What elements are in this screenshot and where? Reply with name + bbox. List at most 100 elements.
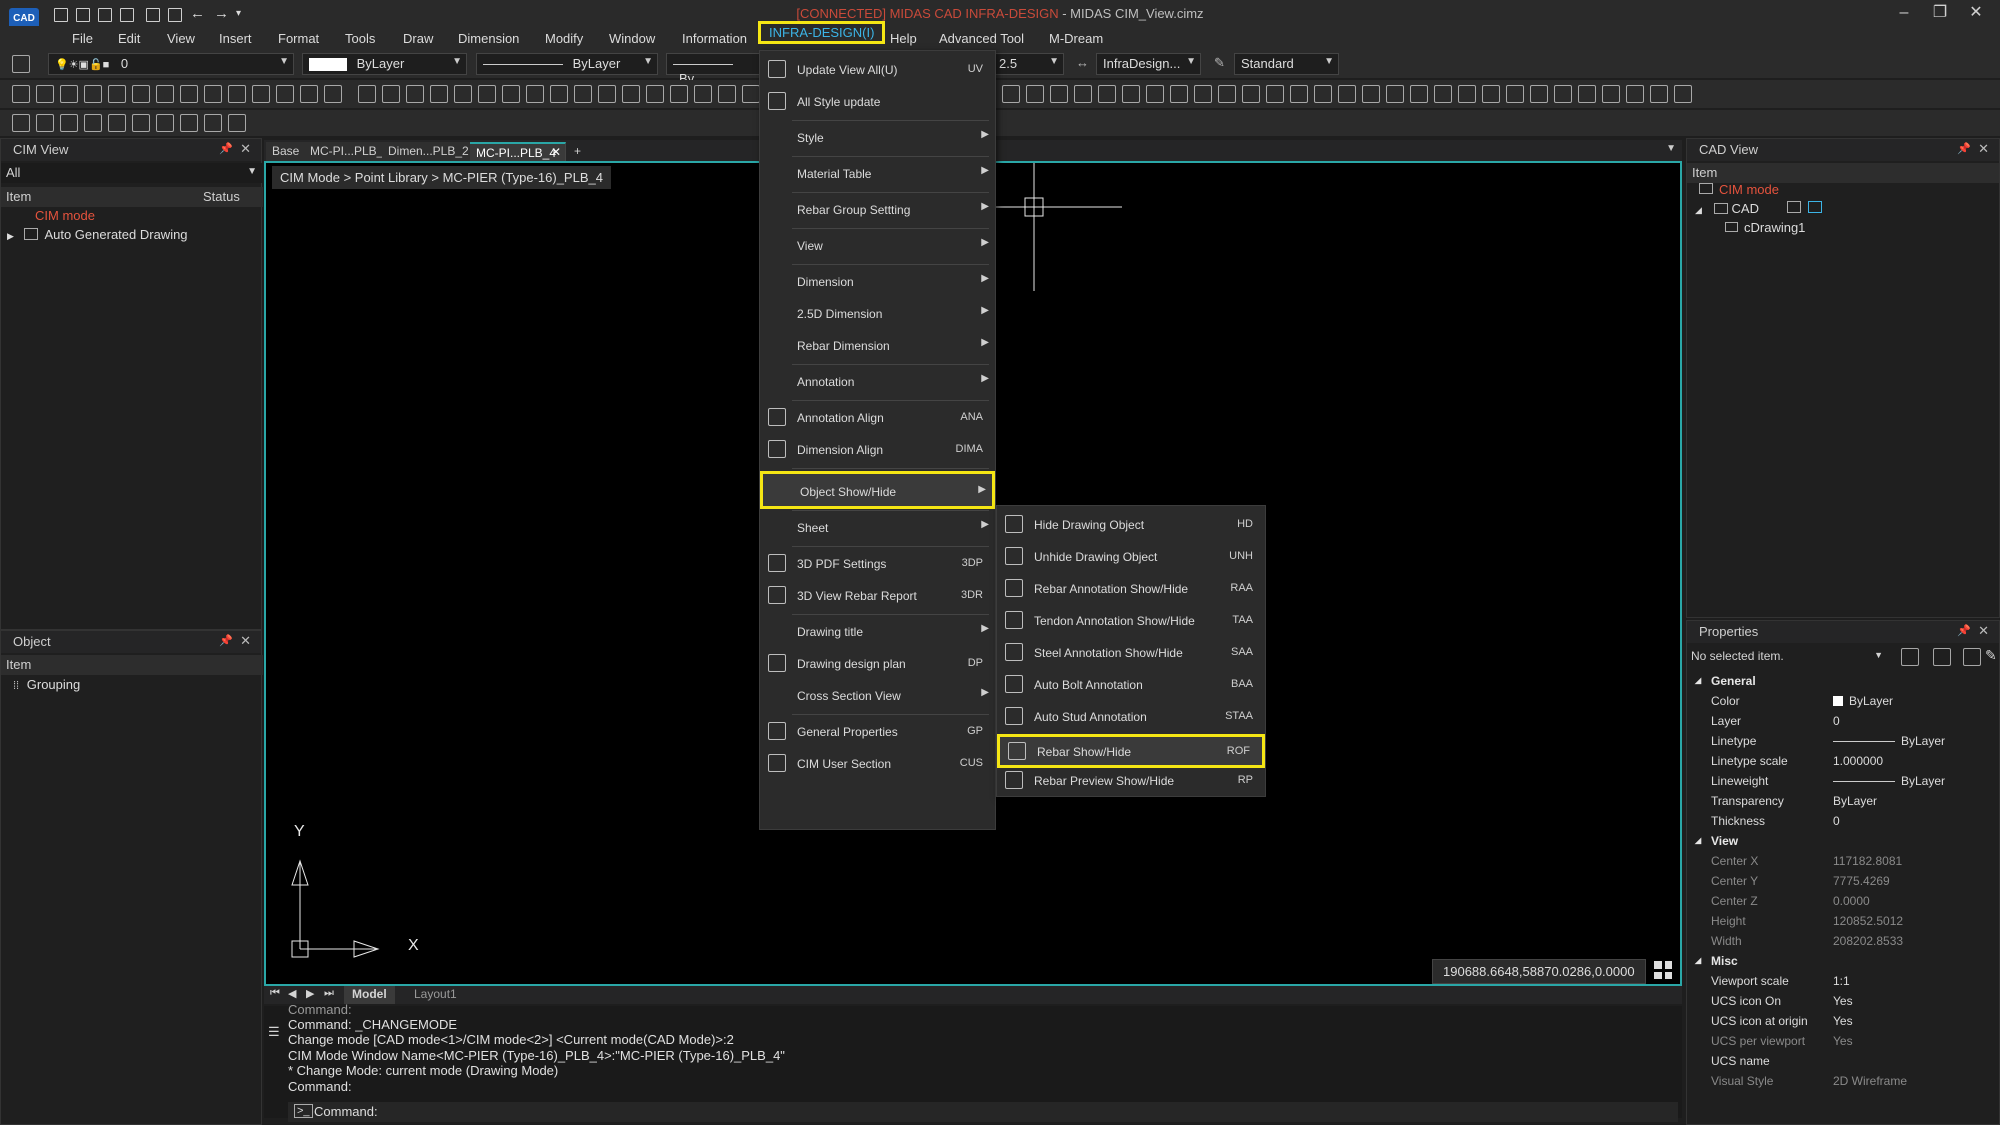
- submenu-item-auto-stud-annotation[interactable]: Auto Stud Annotation STAA: [997, 702, 1265, 730]
- menu-information[interactable]: Information: [680, 29, 749, 48]
- toolbar-tool-icon[interactable]: [1074, 85, 1092, 103]
- property-row[interactable]: Width 208202.8533: [1687, 931, 1999, 951]
- layer-combo[interactable]: 💡☀▣🔓■ 0 ▼: [48, 53, 294, 75]
- toolbar-tool-icon[interactable]: [36, 85, 54, 103]
- menu-advanced-tool[interactable]: Advanced Tool: [937, 29, 1026, 48]
- toolbar-tool-icon[interactable]: [180, 85, 198, 103]
- toolbar-tool-icon[interactable]: [156, 114, 174, 132]
- menu-window[interactable]: Window: [607, 29, 657, 48]
- command-menu-icon[interactable]: ☰: [268, 1024, 280, 1040]
- toolbar-tool-icon[interactable]: [1338, 85, 1356, 103]
- toolbar-tool-icon[interactable]: [1194, 85, 1212, 103]
- section-view[interactable]: ◢ View: [1687, 831, 1999, 851]
- menu-item-sheet[interactable]: Sheet ▶: [760, 513, 995, 541]
- select-objects-icon[interactable]: [1963, 648, 1981, 666]
- menu-item-rebar-dimension[interactable]: Rebar Dimension ▶: [760, 331, 995, 359]
- property-row[interactable]: UCS icon at origin Yes: [1687, 1011, 1999, 1031]
- property-row[interactable]: Center Z 0.0000: [1687, 891, 1999, 911]
- toolbar-tool-icon[interactable]: [132, 85, 150, 103]
- toolbar-tool-icon[interactable]: [180, 114, 198, 132]
- customize-quick-access-icon[interactable]: ▾: [236, 8, 241, 19]
- toolbar-tool-icon[interactable]: [1482, 85, 1500, 103]
- restore-button[interactable]: ❐: [1930, 4, 1950, 24]
- print-preview-icon[interactable]: [168, 8, 182, 22]
- toolbar-tool-icon[interactable]: [358, 85, 376, 103]
- toolbar-tool-icon[interactable]: [84, 85, 102, 103]
- toolbar-tool-icon[interactable]: [252, 85, 270, 103]
- toolbar-tool-icon[interactable]: [276, 85, 294, 103]
- property-row[interactable]: UCS icon On Yes: [1687, 991, 1999, 1011]
- save-as-icon[interactable]: [120, 8, 134, 22]
- toolbar-tool-icon[interactable]: [550, 85, 568, 103]
- toolbar-tool-icon[interactable]: [1554, 85, 1572, 103]
- menu-item-cim-user-section[interactable]: CIM User Section CUS: [760, 749, 995, 777]
- toolbar-tool-icon[interactable]: [36, 114, 54, 132]
- section-misc[interactable]: ◢ Misc: [1687, 951, 1999, 971]
- pin-icon[interactable]: 📌: [219, 142, 233, 155]
- toolbar-tool-icon[interactable]: [502, 85, 520, 103]
- menu-infra-design[interactable]: INFRA-DESIGN(I): [758, 21, 886, 44]
- menu-format[interactable]: Format: [276, 29, 321, 48]
- toolbar-tool-icon[interactable]: [694, 85, 712, 103]
- menu-file[interactable]: File: [70, 29, 95, 48]
- pin-icon[interactable]: 📌: [219, 634, 233, 647]
- collapse-arrow-icon[interactable]: ◢: [1695, 205, 1702, 215]
- toolbar-tool-icon[interactable]: [1506, 85, 1524, 103]
- toolbar-tool-icon[interactable]: [228, 85, 246, 103]
- toolbar-tool-icon[interactable]: [324, 85, 342, 103]
- menu-item-rebar-group-setting[interactable]: Rebar Group Settting ▶: [760, 195, 995, 223]
- tab-model[interactable]: Model: [344, 986, 395, 1004]
- menu-dimension[interactable]: Dimension: [456, 29, 521, 48]
- close-icon[interactable]: ✕: [1978, 141, 1989, 157]
- selection-select[interactable]: No selected item. ▼: [1687, 645, 1887, 667]
- close-icon[interactable]: ✕: [240, 141, 251, 157]
- cim-filter-select[interactable]: All ▼: [1, 163, 263, 183]
- menu-item-dimension[interactable]: Dimension ▶: [760, 267, 995, 295]
- toolbar-tool-icon[interactable]: [108, 85, 126, 103]
- tree-item-cdrawing1[interactable]: cDrawing1: [1725, 220, 1805, 235]
- toolbar-tool-icon[interactable]: [646, 85, 664, 103]
- menu-item-drawing-title[interactable]: Drawing title ▶: [760, 617, 995, 645]
- submenu-item-rebar-annotation-show-hide[interactable]: Rebar Annotation Show/Hide RAA: [997, 574, 1265, 602]
- toolbar-tool-icon[interactable]: [1626, 85, 1644, 103]
- menu-m-dream[interactable]: M-Dream: [1047, 29, 1105, 48]
- menu-item-all-style-update[interactable]: All Style update: [760, 87, 995, 115]
- toolbar-tool-icon[interactable]: [1530, 85, 1548, 103]
- last-layout-icon[interactable]: ⏭: [324, 987, 334, 1000]
- first-layout-icon[interactable]: ⏮: [270, 987, 280, 1000]
- menu-item-dimension-2-5d[interactable]: 2.5D Dimension ▶: [760, 299, 995, 327]
- toolbar-tool-icon[interactable]: [1050, 85, 1068, 103]
- toolbar-tool-icon[interactable]: [1290, 85, 1308, 103]
- toolbar-tool-icon[interactable]: [430, 85, 448, 103]
- toolbar-tool-icon[interactable]: [1218, 85, 1236, 103]
- toolbar-tool-icon[interactable]: [598, 85, 616, 103]
- dim-scale-combo[interactable]: 2.5 ▼: [992, 53, 1064, 75]
- section-general[interactable]: ◢ General: [1687, 671, 1999, 691]
- toolbar-tool-icon[interactable]: [1146, 85, 1164, 103]
- submenu-item-rebar-preview-show-hide[interactable]: Rebar Preview Show/Hide RP: [997, 766, 1265, 794]
- submenu-item-unhide-drawing-object[interactable]: Unhide Drawing Object UNH: [997, 542, 1265, 570]
- property-row[interactable]: Linetype scale 1.000000: [1687, 751, 1999, 771]
- toolbar-tool-icon[interactable]: [1602, 85, 1620, 103]
- collapse-arrow-icon[interactable]: ◢: [1695, 836, 1701, 845]
- tab-list-dropdown-icon[interactable]: ▼: [1666, 143, 1676, 154]
- collapse-arrow-icon[interactable]: ◢: [1695, 676, 1701, 685]
- toolbar-tool-icon[interactable]: [1458, 85, 1476, 103]
- menu-modify[interactable]: Modify: [543, 29, 585, 48]
- menu-tools[interactable]: Tools: [343, 29, 377, 48]
- tab-base[interactable]: Base: [266, 142, 307, 161]
- toolbar-tool-icon[interactable]: [622, 85, 640, 103]
- expand-arrow-icon[interactable]: ▶: [7, 231, 14, 241]
- toolbar-tool-icon[interactable]: [1002, 85, 1020, 103]
- toolbar-tool-icon[interactable]: [1122, 85, 1140, 103]
- submenu-item-rebar-show-hide[interactable]: Rebar Show/Hide ROF: [997, 734, 1265, 768]
- tab-layout1[interactable]: Layout1: [406, 986, 465, 1004]
- property-row[interactable]: Linetype ByLayer: [1687, 731, 1999, 751]
- toolbar-tool-icon[interactable]: [1674, 85, 1692, 103]
- close-icon[interactable]: ✕: [1978, 623, 1989, 639]
- toolbar-tool-icon[interactable]: [60, 85, 78, 103]
- submenu-item-tendon-annotation-show-hide[interactable]: Tendon Annotation Show/Hide TAA: [997, 606, 1265, 634]
- toolbar-tool-icon[interactable]: [478, 85, 496, 103]
- command-input[interactable]: >_ Command:: [288, 1102, 1678, 1122]
- property-row[interactable]: UCS name: [1687, 1051, 1999, 1071]
